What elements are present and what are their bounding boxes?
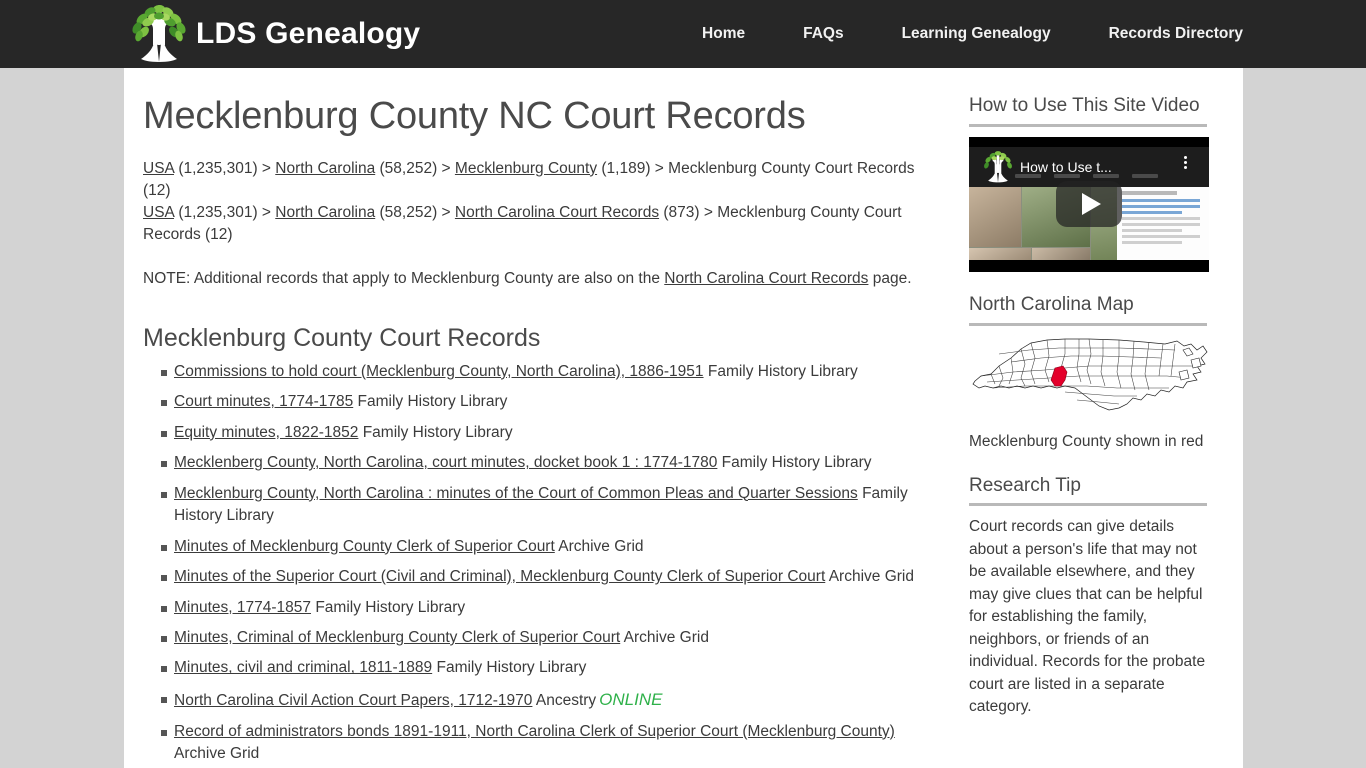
video-block-heading: How to Use This Site Video <box>969 95 1200 116</box>
record-title-link[interactable]: Minutes, civil and criminal, 1811-1889 <box>174 659 432 676</box>
family-tree-icon <box>132 5 186 62</box>
record-list-item: Minutes, civil and criminal, 1811-1889 F… <box>143 657 948 679</box>
record-title-link[interactable]: Mecklenburg County, North Carolina : min… <box>174 485 858 502</box>
breadcrumb-link[interactable]: North Carolina Court Records <box>455 204 659 221</box>
online-badge: ONLINE <box>599 689 663 709</box>
research-tip-divider <box>969 503 1207 507</box>
video-title-text: How to Use t... <box>1020 158 1112 175</box>
section-title: Mecklenburg County Court Records <box>143 323 541 352</box>
record-repository: Family History Library <box>358 423 513 441</box>
video-navbar-mock <box>1015 173 1158 178</box>
record-title-link[interactable]: Equity minutes, 1822-1852 <box>174 424 358 441</box>
video-page-text-mock <box>1117 186 1209 260</box>
record-list-item: Minutes of the Superior Court (Civil and… <box>143 566 948 588</box>
records-list: Commissions to hold court (Mecklenburg C… <box>143 361 948 766</box>
map-block-heading: North Carolina Map <box>969 293 1134 315</box>
note-link-nc-court-records[interactable]: North Carolina Court Records <box>664 270 868 287</box>
record-repository: Archive Grid <box>174 745 260 763</box>
record-title-link[interactable]: Minutes of Mecklenburg County Clerk of S… <box>174 538 555 555</box>
note-text-after: page. <box>868 269 912 287</box>
record-repository: Family History Library <box>717 454 872 472</box>
record-title-link[interactable]: Mecklenberg County, North Carolina, cour… <box>174 454 717 471</box>
breadcrumb-link[interactable]: North Carolina <box>275 204 375 221</box>
research-tip-text: Court records can give details about a p… <box>969 518 1206 716</box>
record-list-item: Court minutes, 1774-1785 Family History … <box>143 391 948 413</box>
sidebar-research-tip-block: Research Tip Court records can give deta… <box>969 475 1207 719</box>
breadcrumb-link[interactable]: North Carolina <box>275 160 375 177</box>
breadcrumb-link[interactable]: Mecklenburg County <box>455 160 597 177</box>
record-list-item: Record of administrators bonds 1891-1911… <box>143 721 948 766</box>
record-title-link[interactable]: North Carolina Civil Action Court Papers… <box>174 692 532 709</box>
note-text-before: NOTE: Additional records that apply to M… <box>143 269 665 287</box>
record-title-link[interactable]: Minutes, 1774-1857 <box>174 599 311 616</box>
page-title: Mecklenburg County NC Court Records <box>143 95 806 137</box>
breadcrumb-line-1: USA (1,235,301) > North Carolina (58,252… <box>143 160 915 199</box>
record-title-link[interactable]: Record of administrators bonds 1891-1911… <box>174 723 895 740</box>
record-list-item: Equity minutes, 1822-1852 Family History… <box>143 422 948 444</box>
map-block-divider <box>969 322 1207 326</box>
breadcrumb-text: (58,252) > <box>375 159 455 177</box>
nav-item-learning-genealogy[interactable]: Learning Genealogy <box>873 25 1080 43</box>
record-repository: Family History Library <box>703 362 858 380</box>
record-repository: Archive Grid <box>620 629 709 647</box>
record-title-link[interactable]: Commissions to hold court (Mecklenburg C… <box>174 363 704 380</box>
record-repository: Family History Library <box>432 659 587 677</box>
record-list-item: North Carolina Civil Action Court Papers… <box>143 688 948 713</box>
sidebar: How to Use This Site Video How to Use t.… <box>950 68 1243 768</box>
video-thumbnail[interactable]: How to Use t... <box>969 136 1209 272</box>
breadcrumb-link[interactable]: USA <box>143 160 174 177</box>
breadcrumb-text: (1,235,301) > <box>174 203 276 221</box>
breadcrumb: USA (1,235,301) > North Carolina (58,252… <box>143 158 933 246</box>
record-title-link[interactable]: Minutes, Criminal of Mecklenburg County … <box>174 629 620 646</box>
breadcrumb-text: (1,235,301) > <box>174 159 276 177</box>
main-navigation: Home FAQs Learning Genealogy Records Dir… <box>673 0 1243 68</box>
nav-item-faqs[interactable]: FAQs <box>774 25 872 43</box>
map-caption: Mecklenburg County shown in red <box>969 432 1204 450</box>
record-repository: Family History Library <box>353 393 508 411</box>
nav-item-home[interactable]: Home <box>673 25 774 43</box>
brand-name: LDS Genealogy <box>196 17 421 50</box>
record-repository: Archive Grid <box>554 537 644 555</box>
video-block-divider <box>969 123 1207 127</box>
record-list-item: Minutes of Mecklenburg County Clerk of S… <box>143 536 948 558</box>
site-brand[interactable]: LDS Genealogy <box>128 0 420 68</box>
kebab-menu-icon[interactable] <box>1184 155 1187 169</box>
video-tree-logo-icon <box>984 150 1012 183</box>
record-list-item: Commissions to hold court (Mecklenburg C… <box>143 361 948 383</box>
record-title-link[interactable]: Court minutes, 1774-1785 <box>174 393 353 410</box>
main-content: Mecklenburg County NC Court Records USA … <box>124 68 950 768</box>
play-button-icon[interactable] <box>1056 181 1122 228</box>
record-repository: Archive Grid <box>825 568 914 586</box>
breadcrumb-line-2: USA (1,235,301) > North Carolina (58,252… <box>143 204 902 243</box>
record-repository: Family History Library <box>311 598 466 616</box>
breadcrumb-link[interactable]: USA <box>143 204 174 221</box>
record-title-link[interactable]: Minutes of the Superior Court (Civil and… <box>174 568 825 585</box>
record-repository: Ancestry <box>532 691 597 709</box>
sidebar-video-block: How to Use This Site Video How to Use t.… <box>969 95 1209 272</box>
research-tip-heading: Research Tip <box>969 474 1081 496</box>
record-list-item: Mecklenberg County, North Carolina, cour… <box>143 452 948 474</box>
north-carolina-county-map <box>972 338 1208 410</box>
record-list-item: Mecklenburg County, North Carolina : min… <box>143 483 948 528</box>
note-paragraph: NOTE: Additional records that apply to M… <box>143 268 933 290</box>
page-card: Mecklenburg County NC Court Records USA … <box>124 68 1243 768</box>
breadcrumb-text: (58,252) > <box>375 203 455 221</box>
record-list-item: Minutes, 1774-1857 Family History Librar… <box>143 597 948 619</box>
record-list-item: Minutes, Criminal of Mecklenburg County … <box>143 627 948 649</box>
site-header: LDS Genealogy Home FAQs Learning Genealo… <box>0 0 1366 68</box>
sidebar-map-block: North Carolina Map Mecklenburg County sh… <box>969 293 1208 453</box>
nav-item-records-directory[interactable]: Records Directory <box>1080 25 1243 43</box>
